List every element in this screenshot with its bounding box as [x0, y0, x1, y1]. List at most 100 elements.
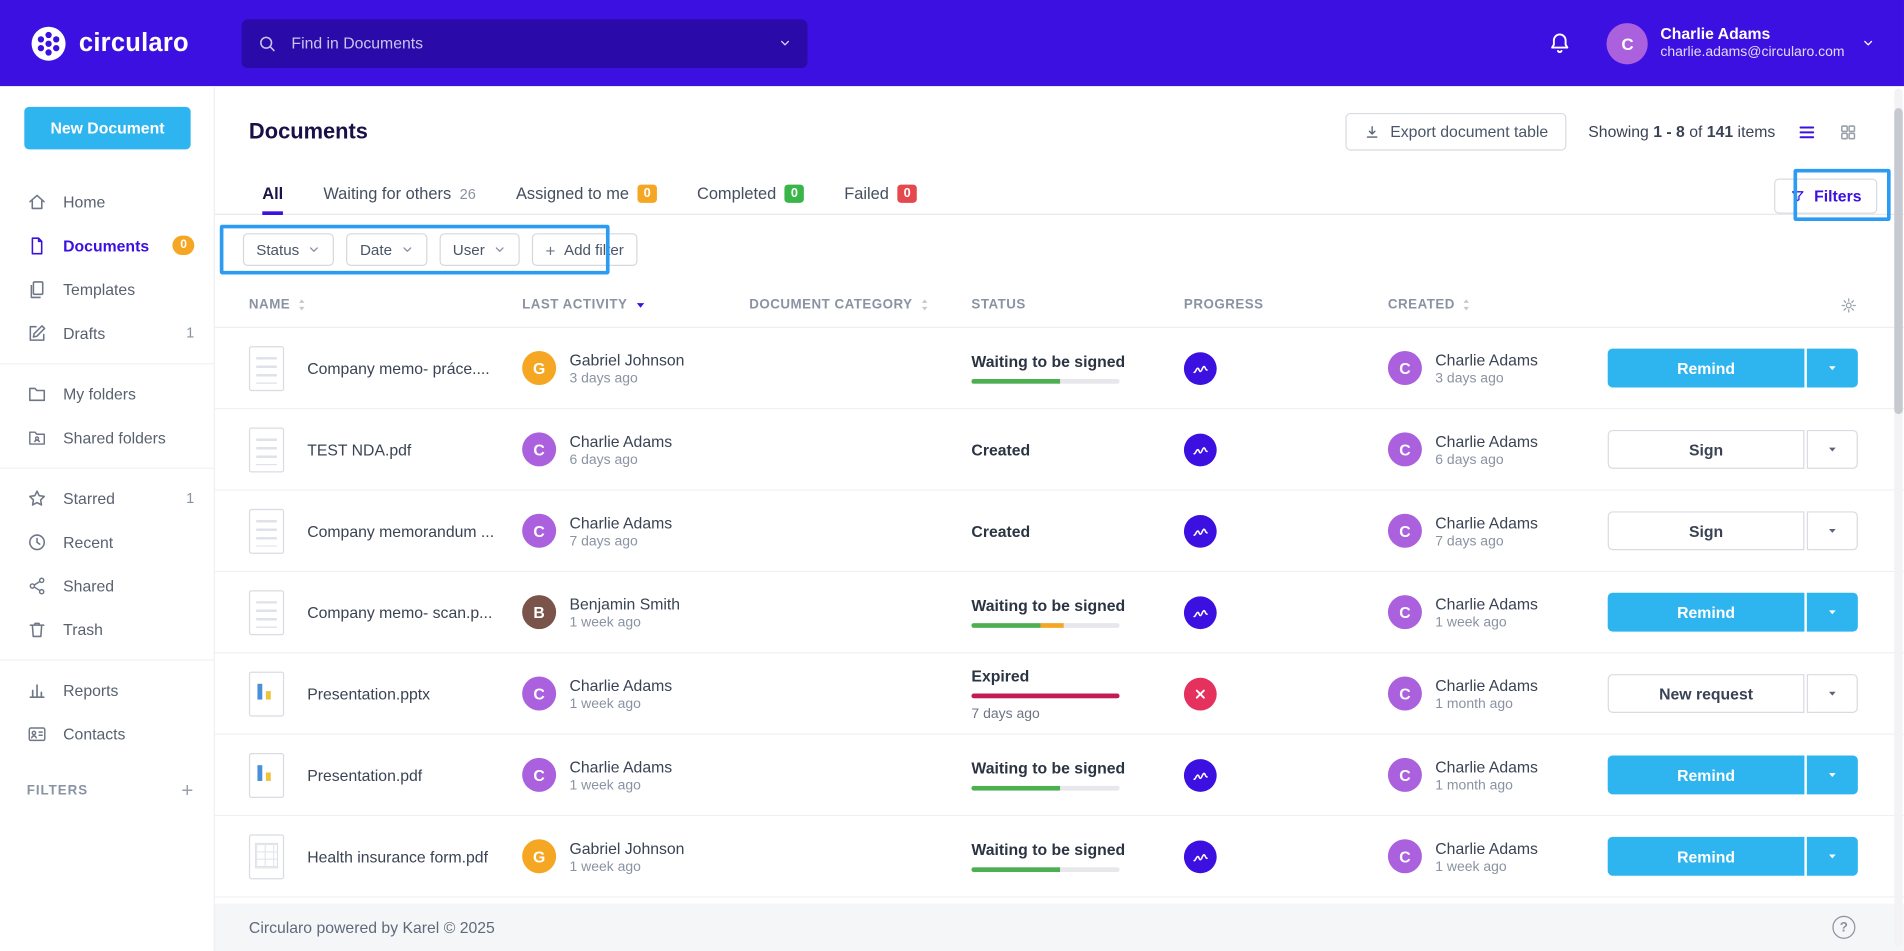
action-dropdown-caret[interactable]: [1807, 349, 1858, 388]
add-filter-button[interactable]: +Add filter: [532, 233, 637, 266]
sidebar-item-documents[interactable]: Documents0: [0, 223, 214, 267]
tab-assigned-to-me[interactable]: Assigned to me0: [516, 177, 657, 215]
action-dropdown-caret[interactable]: [1807, 593, 1858, 632]
sidebar-item-starred[interactable]: Starred1: [0, 476, 214, 520]
notifications-bell-icon[interactable]: [1547, 30, 1572, 56]
export-document-table-button[interactable]: Export document table: [1345, 113, 1566, 151]
sidebar-item-home[interactable]: Home: [0, 180, 214, 224]
column-header-created[interactable]: CREATED: [1388, 298, 1608, 313]
failed-status-icon[interactable]: [1184, 677, 1217, 710]
filters-button[interactable]: Filters: [1774, 178, 1877, 213]
sidebar-item-templates[interactable]: Templates: [0, 267, 214, 311]
action-dropdown-caret[interactable]: [1807, 511, 1858, 550]
sidebar-item-reports[interactable]: Reports: [0, 668, 214, 712]
document-row-3[interactable]: Company memorandum ...CCharlie Adams7 da…: [215, 491, 1904, 572]
action-dropdown-caret[interactable]: [1807, 837, 1858, 876]
column-header-progress[interactable]: PROGRESS: [1184, 298, 1388, 313]
signature-progress-icon[interactable]: [1184, 758, 1217, 791]
document-name[interactable]: TEST NDA.pdf: [307, 440, 522, 458]
sign-button[interactable]: Sign: [1608, 511, 1805, 550]
status-label: Waiting to be signed: [971, 596, 1125, 614]
chevron-icon: [493, 243, 506, 256]
tab-failed[interactable]: Failed0: [844, 177, 917, 215]
signature-progress-icon[interactable]: [1184, 433, 1217, 466]
user-menu[interactable]: C Charlie Adams charlie.adams@circularo.…: [1607, 22, 1875, 63]
topbar: circularo C Charlie Adams charlie.adams@…: [0, 0, 1904, 86]
last-activity-cell: CCharlie Adams7 days ago: [522, 513, 749, 548]
sidebar-item-label: Reports: [63, 681, 118, 699]
sidebar-item-my-folders[interactable]: My folders: [0, 372, 214, 416]
sidebar-item-contacts[interactable]: Contacts: [0, 712, 214, 756]
new-document-button[interactable]: New Document: [24, 107, 190, 150]
table-settings-gear-icon[interactable]: [1608, 296, 1858, 314]
document-name[interactable]: Health insurance form.pdf: [307, 847, 522, 865]
document-name[interactable]: Company memo- práce....: [307, 359, 522, 377]
remind-button[interactable]: Remind: [1608, 837, 1805, 876]
sidebar-item-shared-folders[interactable]: Shared folders: [0, 415, 214, 459]
document-row-7[interactable]: Health insurance form.pdfGGabriel Johnso…: [215, 816, 1904, 897]
action-dropdown-caret[interactable]: [1807, 674, 1858, 713]
activity-avatar: B: [522, 595, 556, 629]
logo[interactable]: circularo: [30, 25, 241, 61]
document-name[interactable]: Company memo- scan.p...: [307, 603, 522, 621]
folder-icon: [27, 383, 48, 404]
list-view-toggle[interactable]: [1797, 122, 1816, 141]
grid-view-toggle[interactable]: [1838, 122, 1857, 141]
sort-icon: [296, 298, 307, 313]
signature-progress-icon[interactable]: [1184, 596, 1217, 629]
document-row-6[interactable]: Presentation.pdfCCharlie Adams1 week ago…: [215, 735, 1904, 816]
document-thumbnail-icon: [249, 834, 284, 879]
sidebar-item-shared[interactable]: Shared: [0, 564, 214, 608]
sidebar-item-trash[interactable]: Trash: [0, 607, 214, 651]
new-request-button[interactable]: New request: [1608, 674, 1805, 713]
document-icon: [27, 235, 48, 256]
sign-button[interactable]: Sign: [1608, 430, 1805, 469]
tab-waiting-for-others[interactable]: Waiting for others26: [323, 177, 476, 215]
column-header-last-activity[interactable]: LAST ACTIVITY: [522, 298, 749, 313]
search-input[interactable]: [289, 33, 766, 54]
sidebar-item-recent[interactable]: Recent: [0, 520, 214, 564]
signature-progress-icon[interactable]: [1184, 840, 1217, 873]
scrollbar[interactable]: [1894, 89, 1902, 946]
export-button-label: Export document table: [1390, 123, 1548, 141]
action-dropdown-caret[interactable]: [1807, 755, 1858, 794]
remind-button[interactable]: Remind: [1608, 349, 1805, 388]
signature-progress-icon[interactable]: [1184, 514, 1217, 547]
document-row-4[interactable]: Company memo- scan.p...BBenjamin Smith1 …: [215, 572, 1904, 653]
signature-progress-icon[interactable]: [1184, 352, 1217, 385]
tab-completed[interactable]: Completed0: [697, 177, 804, 215]
scrollbar-thumb[interactable]: [1894, 108, 1902, 414]
document-row-1[interactable]: Company memo- práce....GGabriel Johnson3…: [215, 328, 1904, 409]
created-cell: CCharlie Adams1 month ago: [1388, 757, 1608, 792]
filter-chip-status[interactable]: Status: [243, 233, 335, 266]
filter-chip-user[interactable]: User: [439, 233, 520, 266]
document-row-5[interactable]: Presentation.pptxCCharlie Adams1 week ag…: [215, 653, 1904, 734]
column-header-name[interactable]: NAME: [249, 298, 522, 313]
status-cell: Waiting to be signed: [971, 352, 1183, 384]
column-header-document-category[interactable]: DOCUMENT CATEGORY: [749, 298, 971, 313]
created-avatar: C: [1388, 514, 1422, 548]
remind-button[interactable]: Remind: [1608, 755, 1805, 794]
document-name[interactable]: Presentation.pdf: [307, 766, 522, 784]
action-dropdown-caret[interactable]: [1807, 430, 1858, 469]
document-name[interactable]: Presentation.pptx: [307, 684, 522, 702]
tab-all[interactable]: All: [262, 177, 283, 215]
help-button[interactable]: ?: [1832, 916, 1855, 939]
last-activity-cell: GGabriel Johnson1 week ago: [522, 839, 749, 874]
document-name[interactable]: Company memorandum ...: [307, 522, 522, 540]
search-scope-chevron-icon[interactable]: [778, 36, 791, 49]
sidebar-item-label: Starred: [63, 489, 115, 507]
download-icon: [1364, 123, 1381, 140]
document-row-2[interactable]: TEST NDA.pdfCCharlie Adams6 days agoCrea…: [215, 409, 1904, 490]
funnel-icon: [1790, 188, 1806, 204]
document-search[interactable]: [242, 19, 808, 68]
filter-chip-date[interactable]: Date: [347, 233, 428, 266]
progress-cell: [1184, 677, 1388, 710]
created-avatar: C: [1388, 758, 1422, 792]
sidebar-add-filter-plus-icon[interactable]: +: [181, 779, 194, 803]
column-header-status[interactable]: STATUS: [971, 298, 1183, 313]
sidebar-item-drafts[interactable]: Drafts1: [0, 311, 214, 355]
remind-button[interactable]: Remind: [1608, 593, 1805, 632]
progress-cell: [1184, 514, 1388, 547]
progress-bar: [971, 786, 1119, 791]
